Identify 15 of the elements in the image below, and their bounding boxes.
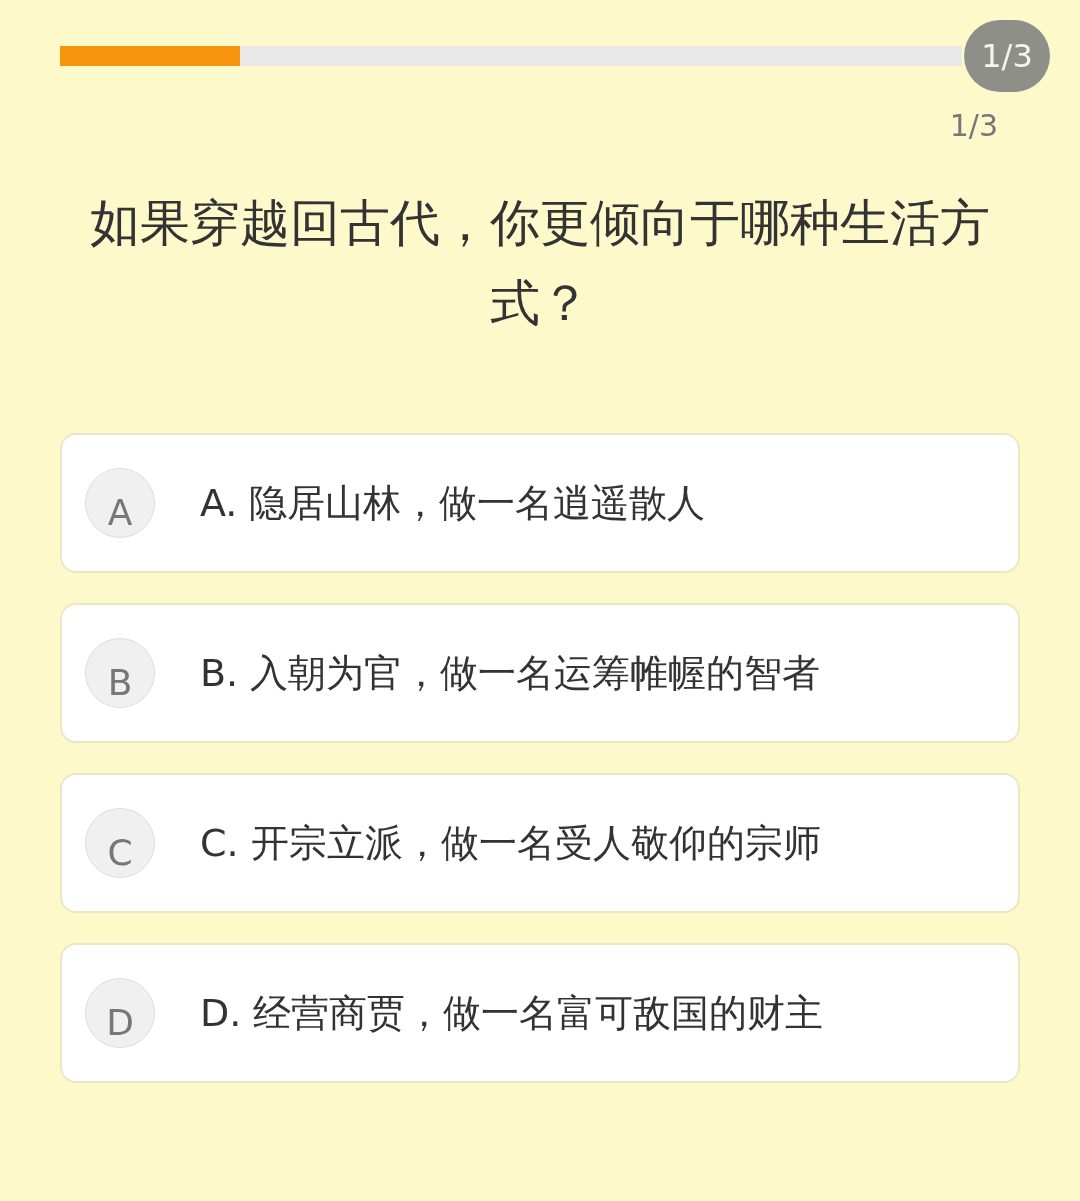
option-letter: A xyxy=(85,468,155,538)
option-letter: D xyxy=(85,978,155,1048)
option-text: A. 隐居山林，做一名逍遥散人 xyxy=(200,479,706,527)
answer-option[interactable]: C C. 开宗立派，做一名受人敬仰的宗师 xyxy=(60,773,1020,913)
answer-option[interactable]: B B. 入朝为官，做一名运筹帷幄的智者 xyxy=(60,603,1020,743)
option-letter: B xyxy=(85,638,155,708)
option-text: C. 开宗立派，做一名受人敬仰的宗师 xyxy=(200,819,821,867)
option-text: D. 经营商贾，做一名富可敌国的财主 xyxy=(200,989,824,1037)
progress-badge: 1/3 xyxy=(964,20,1050,92)
answer-option[interactable]: D D. 经营商贾，做一名富可敌国的财主 xyxy=(60,943,1020,1083)
question-counter: 1/3 xyxy=(949,108,998,143)
option-letter: C xyxy=(85,808,155,878)
option-text: B. 入朝为官，做一名运筹帷幄的智者 xyxy=(200,649,821,697)
answer-option[interactable]: A A. 隐居山林，做一名逍遥散人 xyxy=(60,433,1020,573)
question-text: 如果穿越回古代，你更倾向于哪种生活方式？ xyxy=(89,193,991,334)
